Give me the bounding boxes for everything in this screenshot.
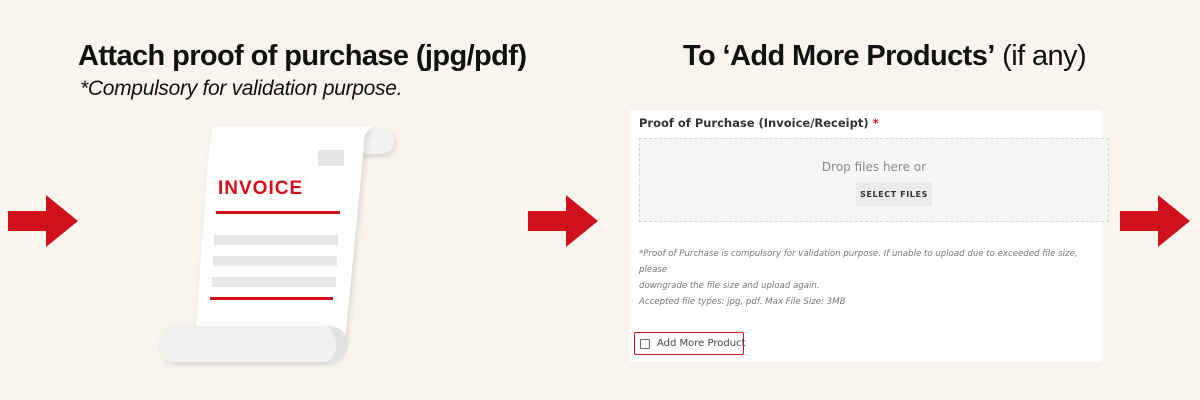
upload-note-line: Accepted file types: jpg, pdf. Max File …	[639, 297, 846, 307]
upload-note: *Proof of Purchase is compulsory for val…	[639, 246, 1101, 310]
upload-note-line: *Proof of Purchase is compulsory for val…	[639, 249, 1078, 275]
upload-note-line: downgrade the file size and upload again…	[639, 281, 820, 291]
add-more-product-checkbox[interactable]: Add More Product	[634, 332, 746, 355]
proof-of-purchase-label: Proof of Purchase (Invoice/Receipt) *	[639, 116, 879, 130]
invoice-document-icon: INVOICE	[150, 120, 410, 370]
dropzone-text: Drop files here or	[821, 160, 927, 174]
add-more-product-label: Add More Product	[657, 338, 746, 349]
required-marker: *	[872, 116, 879, 130]
checkbox-box[interactable]	[640, 338, 650, 349]
file-dropzone[interactable]: Drop files here or SELECT FILES	[639, 138, 1109, 222]
add-more-heading-bold: To ‘Add More Products’	[683, 40, 995, 72]
attach-proof-heading: Attach proof of purchase (jpg/pdf)	[78, 40, 527, 72]
compulsory-note: *Compulsory for validation purpose.	[80, 77, 403, 100]
right-arrow-icon	[1120, 195, 1190, 247]
add-more-heading-regular: (if any)	[994, 40, 1087, 72]
field-label-text: Proof of Purchase (Invoice/Receipt)	[639, 116, 869, 130]
invoice-title: INVOICE	[218, 178, 304, 199]
add-more-products-heading: To ‘Add More Products’ (if any)	[683, 40, 1087, 73]
right-arrow-icon	[8, 195, 78, 247]
select-files-button[interactable]: SELECT FILES	[856, 182, 932, 206]
proof-of-purchase-form: Proof of Purchase (Invoice/Receipt) * Dr…	[630, 110, 1109, 362]
right-arrow-icon	[528, 195, 598, 247]
